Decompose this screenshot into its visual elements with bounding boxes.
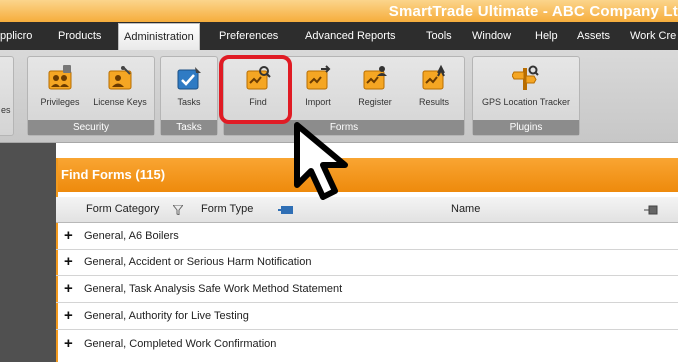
filter-icon[interactable] xyxy=(173,205,183,215)
menu-item-advanced-reports[interactable]: Advanced Reports xyxy=(305,22,396,50)
menu-item-window[interactable]: Window xyxy=(472,22,511,50)
mouse-pointer-icon xyxy=(294,122,348,200)
gps-location-tracker-button[interactable]: GPS Location Tracker xyxy=(472,64,580,114)
plugins-group-label: Plugins xyxy=(473,120,579,135)
menu-bar: pplicro Products Administration Preferen… xyxy=(0,22,678,50)
tasks-group-label: Tasks xyxy=(161,120,217,135)
ribbon-group-plugins: GPS Location Tracker Plugins xyxy=(472,56,580,136)
import-label: Import xyxy=(305,97,331,107)
ribbon-group-tasks: Tasks Tasks xyxy=(160,56,218,136)
menu-item-work-crew[interactable]: Work Cre xyxy=(630,22,676,50)
row-label: General, A6 Boilers xyxy=(84,230,179,242)
expand-icon[interactable]: + xyxy=(64,335,73,352)
row-label: General, Authority for Live Testing xyxy=(84,310,249,322)
menu-item-applications[interactable]: pplicro xyxy=(0,22,32,50)
app-title: SmartTrade Ultimate - ABC Company Lt xyxy=(388,3,678,20)
menu-item-help[interactable]: Help xyxy=(535,22,558,50)
register-label: Register xyxy=(358,97,392,107)
column-header: Form Category Form Type Name xyxy=(56,197,678,223)
find-highlight xyxy=(219,55,292,124)
menu-item-tools[interactable]: Tools xyxy=(426,22,452,50)
security-group-label: Security xyxy=(28,120,154,135)
tasks-icon xyxy=(177,67,201,90)
license-keys-icon xyxy=(108,66,132,90)
menu-item-products[interactable]: Products xyxy=(58,22,101,50)
import-button[interactable]: Import xyxy=(288,64,348,114)
pin-icon[interactable] xyxy=(278,204,294,216)
gps-icon xyxy=(512,65,539,90)
license-keys-label: License Keys xyxy=(93,97,147,107)
ribbon-cut-label: es xyxy=(1,105,11,115)
row-label: General, Completed Work Confirmation xyxy=(84,338,277,350)
table-row[interactable]: + General, Completed Work Confirmation xyxy=(56,332,678,362)
tasks-label: Tasks xyxy=(177,97,201,107)
column-form-type[interactable]: Form Type xyxy=(201,203,253,215)
column-form-category[interactable]: Form Category xyxy=(86,203,159,215)
ribbon-group-security: Privileges License Keys Security xyxy=(27,56,155,136)
register-icon xyxy=(363,66,387,90)
row-label: General, Accident or Serious Harm Notifi… xyxy=(84,256,312,268)
gps-location-tracker-label: GPS Location Tracker xyxy=(481,97,571,107)
privileges-icon xyxy=(48,65,72,90)
license-keys-button[interactable]: License Keys xyxy=(90,64,150,114)
column-name[interactable]: Name xyxy=(451,203,480,215)
table-row[interactable]: + General, A6 Boilers xyxy=(56,224,678,250)
table-row[interactable]: + General, Accident or Serious Harm Noti… xyxy=(56,250,678,276)
results-icon xyxy=(422,64,445,90)
privileges-button[interactable]: Privileges xyxy=(30,64,90,114)
expand-icon[interactable]: + xyxy=(64,280,73,297)
results-label: Results xyxy=(418,97,449,107)
table-row[interactable]: + General, Task Analysis Safe Work Metho… xyxy=(56,277,678,303)
title-bar: SmartTrade Ultimate - ABC Company Lt xyxy=(0,0,678,22)
menu-item-preferences[interactable]: Preferences xyxy=(219,22,278,50)
row-label: General, Task Analysis Safe Work Method … xyxy=(84,283,343,295)
menu-item-assets[interactable]: Assets xyxy=(577,22,610,50)
expand-icon[interactable]: + xyxy=(64,227,73,244)
menu-item-administration[interactable]: Administration xyxy=(118,23,200,50)
panel-title: Find Forms (115) xyxy=(58,158,678,192)
pin-icon[interactable] xyxy=(644,205,658,215)
register-button[interactable]: Register xyxy=(345,64,405,114)
expand-icon[interactable]: + xyxy=(64,307,73,324)
expand-icon[interactable]: + xyxy=(64,253,73,270)
ribbon-group-cut: es xyxy=(0,56,14,136)
table-row[interactable]: + General, Authority for Live Testing xyxy=(56,304,678,330)
results-button[interactable]: Results xyxy=(404,64,464,114)
left-panel xyxy=(0,143,56,362)
tasks-button[interactable]: Tasks xyxy=(159,64,219,114)
privileges-label: Privileges xyxy=(40,97,80,107)
import-icon xyxy=(306,65,331,90)
